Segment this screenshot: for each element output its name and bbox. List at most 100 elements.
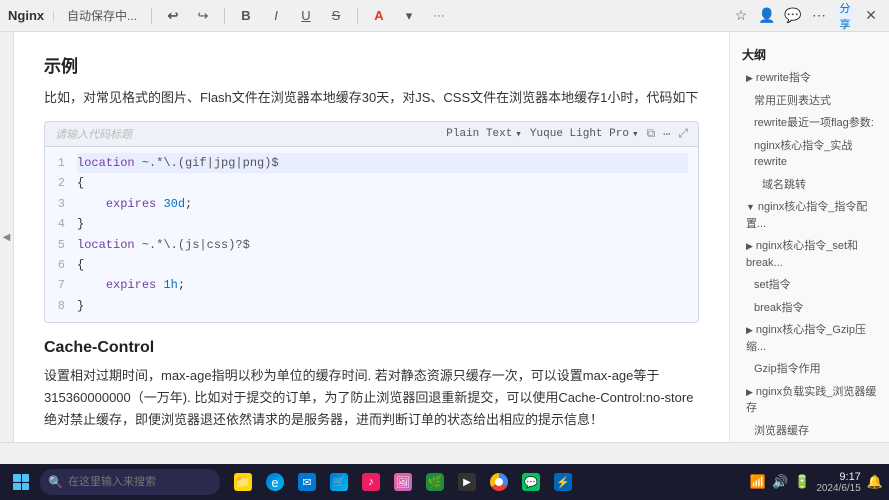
sidebar-outline-heading: 大纲 (730, 42, 889, 67)
files-icon: 📁 (234, 473, 252, 491)
taskbar-apps: 📁 e ✉ 🛒 ♪ 🖼 🌿 ▶ (228, 467, 578, 497)
sidebar-item-gzip[interactable]: ▶nginx核心指令_Gzip压缩... (730, 319, 889, 358)
code-line-7: expires 1h; (77, 275, 688, 295)
example-section-title: 示例 (44, 52, 699, 77)
cache-control-title: Cache-Control (44, 339, 699, 357)
sidebar-item-browser-cache2[interactable]: 浏览器缓存 (730, 420, 889, 443)
status-bar (0, 442, 889, 464)
taskbar-time-display: 9:17 (816, 471, 861, 483)
expand-icon-rewrite: ▶ (746, 73, 753, 83)
code-more-icon[interactable]: ⋯ (663, 127, 670, 142)
code-placeholder: 请输入代码标题 (55, 126, 132, 142)
code-lang-selector[interactable]: Plain Text ▾ (446, 127, 522, 141)
line-num-7: 7 (53, 275, 65, 295)
code-line-8: } (77, 296, 688, 316)
code-line-1: location ~.*\.(gif|jpg|png)$ (77, 153, 688, 173)
taskbar-app-mail[interactable]: ✉ (292, 467, 322, 497)
sidebar-item-set-break[interactable]: ▼nginx核心指令_指令配置... (730, 196, 889, 235)
windows-logo (13, 474, 29, 490)
taskbar-app-vscode[interactable]: ⚡ (548, 467, 578, 497)
taskbar-app-chrome[interactable] (484, 467, 514, 497)
right-sidebar: 大纲 ▶rewrite指令 常用正则表达式 rewrite最近一项flag参数:… (729, 32, 889, 442)
store-icon: 🛒 (330, 473, 348, 491)
code-lang-label: Plain Text (446, 128, 512, 140)
vscode-icon: ⚡ (554, 473, 572, 491)
code-line-2: { (77, 173, 688, 193)
code-block-header: 请输入代码标题 Plain Text ▾ Yuque Light Pro ▾ ⧉… (45, 122, 698, 147)
main-area: ◀ 示例 比如，对常见格式的图片、Flash文件在浏览器本地缓存30天，对JS、… (0, 32, 889, 442)
sidebar-item-break-cmd[interactable]: break指令 (730, 297, 889, 320)
code-controls-left: 请输入代码标题 (55, 126, 132, 142)
line-numbers: 1 2 3 4 5 6 7 8 (45, 153, 73, 316)
comment-icon[interactable]: 💬 (783, 6, 803, 26)
volume-icon[interactable]: 🔊 (772, 474, 788, 490)
network-icon[interactable]: 📶 (750, 474, 766, 490)
line-num-5: 5 (53, 235, 65, 255)
line-num-4: 4 (53, 214, 65, 234)
taskbar-app-files[interactable]: 📁 (228, 467, 258, 497)
taskbar-app-photos[interactable]: 🖼 (388, 467, 418, 497)
toolbar-redo-btn[interactable]: ↪ (192, 5, 214, 27)
toolbar-right-group: ☆ 👤 💬 ⋯ 分享 ✕ (731, 6, 881, 26)
wechat-icon: 💬 (522, 473, 540, 491)
sidebar-item-domain-redirect[interactable]: 域名跳转 (730, 174, 889, 197)
sidebar-item-flag[interactable]: rewrite最近一项flag参数: (730, 112, 889, 135)
code-theme-selector[interactable]: Yuque Light Pro ▾ (530, 127, 639, 141)
star-icon[interactable]: ☆ (731, 6, 751, 26)
taskbar-app-music[interactable]: ♪ (356, 467, 386, 497)
code-expand-icon[interactable]: ⤢ (678, 127, 688, 141)
taskbar-search-input[interactable] (40, 469, 220, 495)
autosave-indicator: 自动保存中... (63, 5, 141, 26)
share-icon[interactable]: 👤 (757, 6, 777, 26)
bold-btn[interactable]: B (235, 5, 257, 27)
example-description: 比如，对常见格式的图片、Flash文件在浏览器本地缓存30天，对JS、CSS文件… (44, 87, 699, 109)
underline-btn[interactable]: U (295, 5, 317, 27)
sidebar-item-regex[interactable]: 常用正则表达式 (730, 90, 889, 113)
sidebar-item-rewrite[interactable]: ▶rewrite指令 (730, 67, 889, 90)
notification-icon[interactable]: 🔔 (867, 474, 883, 490)
toolbar-div1 (151, 8, 152, 24)
sidebar-item-set-cmd[interactable]: set指令 (730, 274, 889, 297)
line-num-3: 3 (53, 194, 65, 214)
toolbar-div2 (224, 8, 225, 24)
code-theme-label: Yuque Light Pro (530, 128, 629, 140)
chrome-icon (490, 473, 508, 491)
code-content[interactable]: location ~.*\.(gif|jpg|png)$ { expires 3… (73, 153, 698, 316)
expand-icon-gzip: ▶ (746, 325, 753, 335)
close-icon[interactable]: ✕ (861, 6, 881, 26)
cache-control-intro: 设置相对过期时间，max-age指明以秒为单位的缓存时间. 若对静态资源只缓存一… (44, 365, 699, 431)
battery-icon[interactable]: 🔋 (794, 474, 810, 490)
code-copy-icon[interactable]: ⧉ (647, 127, 656, 141)
code-line-3: expires 30d; (77, 194, 688, 214)
sidebar-item-set-break2[interactable]: ▶nginx核心指令_set和break... (730, 235, 889, 274)
italic-btn[interactable]: I (265, 5, 287, 27)
sidebar-item-browser-cache[interactable]: ▶nginx负载实践_浏览器缓存 (730, 381, 889, 420)
left-collapse-panel[interactable]: ◀ (0, 32, 14, 442)
more-icon[interactable]: ⋯ (809, 6, 829, 26)
extra-format-btn[interactable]: ··· (428, 5, 450, 27)
code-line-6: { (77, 255, 688, 275)
more-format-btn[interactable]: ▾ (398, 5, 420, 27)
taskbar-time[interactable]: 9:17 2024/6/15 (816, 471, 861, 494)
code-block: 请输入代码标题 Plain Text ▾ Yuque Light Pro ▾ ⧉… (44, 121, 699, 323)
mail-icon: ✉ (298, 473, 316, 491)
app-name: Nginx (8, 8, 44, 23)
taskbar-app-store[interactable]: 🛒 (324, 467, 354, 497)
cmd-icon: ▶ (458, 473, 476, 491)
sidebar-item-gzip-func[interactable]: Gzip指令作用 (730, 358, 889, 381)
share-btn[interactable]: 分享 (835, 6, 855, 26)
taskbar-app-cmd[interactable]: ▶ (452, 467, 482, 497)
start-button[interactable] (6, 468, 36, 496)
edge-icon: e (266, 473, 284, 491)
taskbar-app-edge[interactable]: e (260, 467, 290, 497)
strikethrough-btn[interactable]: S (325, 5, 347, 27)
line-num-2: 2 (53, 173, 65, 193)
code-controls-right: Plain Text ▾ Yuque Light Pro ▾ ⧉ ⋯ ⤢ (446, 127, 688, 142)
toolbar-undo-btn[interactable]: ↩ (162, 5, 184, 27)
taskbar-app-wechat[interactable]: 💬 (516, 467, 546, 497)
taskbar-app-yuque[interactable]: 🌿 (420, 467, 450, 497)
music-icon: ♪ (362, 473, 380, 491)
sidebar-item-rewrite-practice[interactable]: nginx核心指令_实战rewrite (730, 135, 889, 174)
color-btn[interactable]: A (368, 5, 390, 27)
code-body: 1 2 3 4 5 6 7 8 location ~.*\.(gif|jpg|p… (45, 147, 698, 322)
